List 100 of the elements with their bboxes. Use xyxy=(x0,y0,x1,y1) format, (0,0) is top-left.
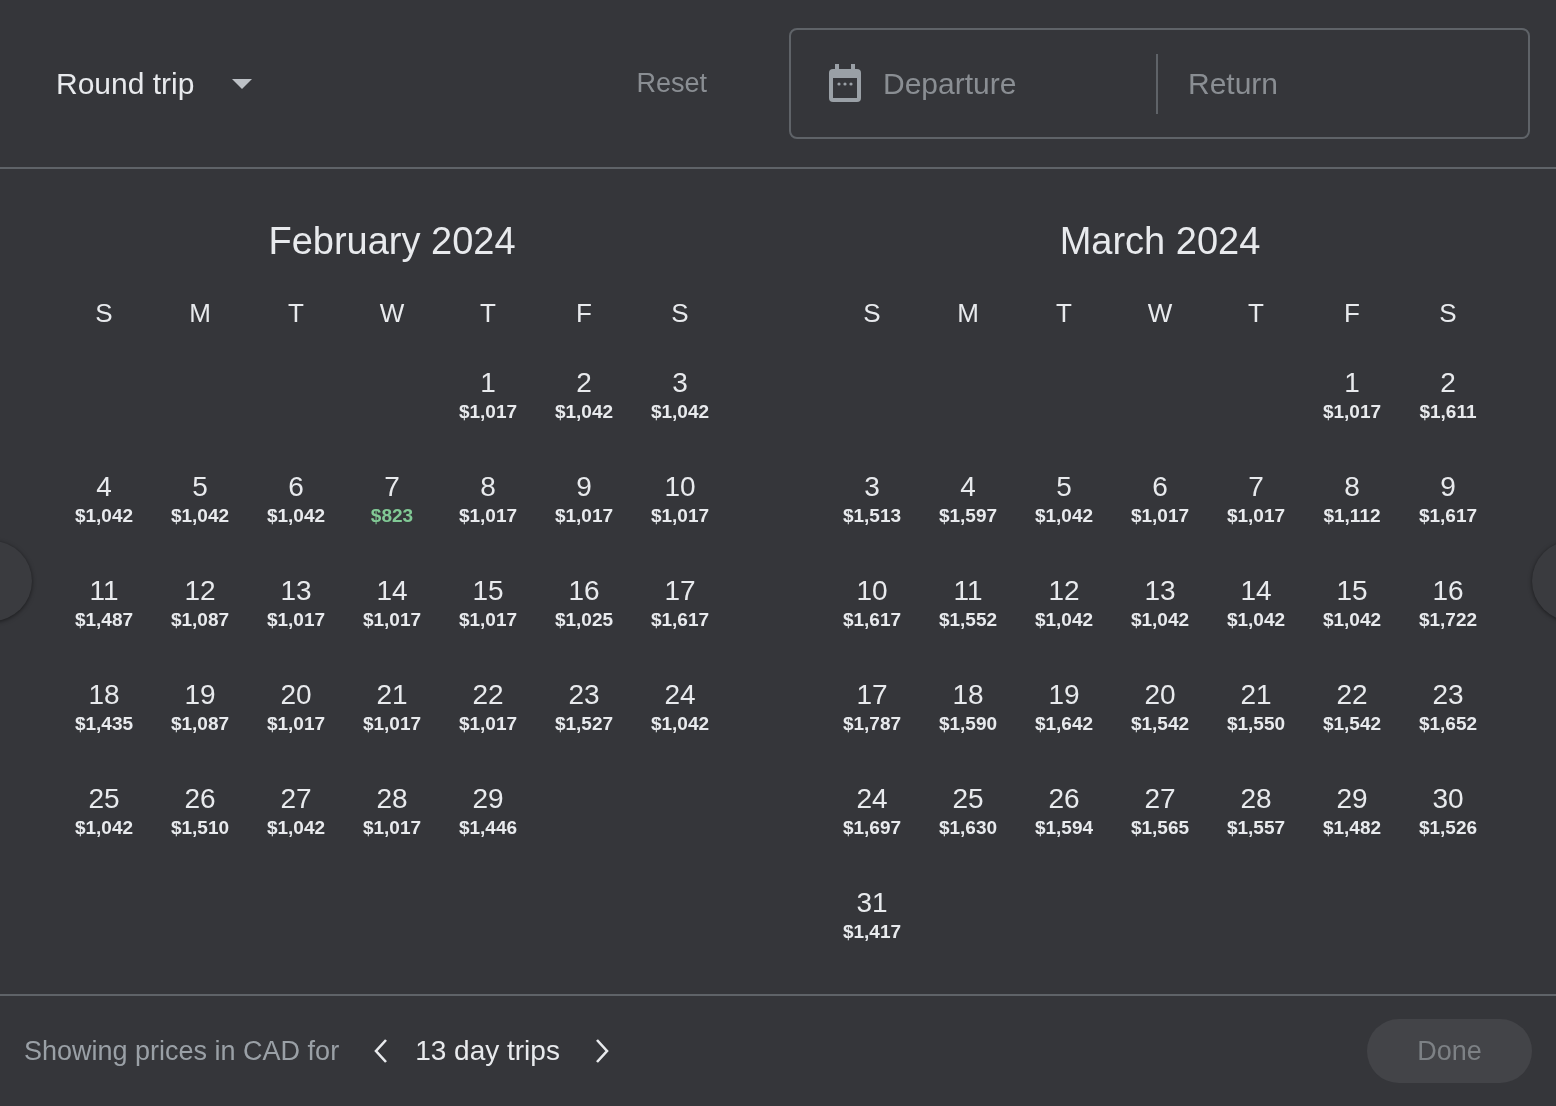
calendar-day[interactable]: 24 $1,697 xyxy=(824,783,920,887)
day-price: $1,112 xyxy=(1323,504,1381,528)
calendar-day[interactable]: 2 $1,042 xyxy=(536,367,632,471)
calendar-day[interactable]: 19 $1,642 xyxy=(1016,679,1112,783)
calendar-day[interactable]: 9 $1,617 xyxy=(1400,471,1496,575)
calendar-day[interactable]: 10 $1,017 xyxy=(632,471,728,575)
calendar-day[interactable]: 3 $1,513 xyxy=(824,471,920,575)
day-number: 10 xyxy=(856,575,888,607)
trip-type-dropdown[interactable]: Round trip xyxy=(56,66,253,101)
calendar-day[interactable]: 6 $1,017 xyxy=(1112,471,1208,575)
weekday-label: S xyxy=(94,297,114,330)
calendar-day[interactable]: 23 $1,527 xyxy=(536,679,632,783)
day-number: 28 xyxy=(1240,783,1272,815)
calendar-day[interactable]: 25 $1,042 xyxy=(56,783,152,887)
day-number: 12 xyxy=(1048,575,1080,607)
calendar-day[interactable]: 17 $1,617 xyxy=(632,575,728,679)
day-number: 2 xyxy=(1440,367,1456,399)
calendar-day[interactable]: 19 $1,087 xyxy=(152,679,248,783)
day-price: $1,025 xyxy=(554,608,614,632)
calendar-day[interactable]: 16 $1,025 xyxy=(536,575,632,679)
day-number: 5 xyxy=(1056,471,1072,503)
day-price: $1,042 xyxy=(170,504,230,528)
calendar-day[interactable]: 23 $1,652 xyxy=(1400,679,1496,783)
day-number: 8 xyxy=(1344,471,1360,503)
day-price: $1,552 xyxy=(938,608,998,632)
calendar-day[interactable]: 1 $1,017 xyxy=(440,367,536,471)
calendar-day[interactable]: 13 $1,017 xyxy=(248,575,344,679)
calendar-day[interactable]: 22 $1,017 xyxy=(440,679,536,783)
calendar-day[interactable]: 15 $1,017 xyxy=(440,575,536,679)
calendar-day[interactable]: 21 $1,550 xyxy=(1208,679,1304,783)
calendar-day[interactable]: 14 $1,042 xyxy=(1208,575,1304,679)
chevron-left-icon[interactable] xyxy=(373,1038,390,1064)
day-price: $1,017 xyxy=(650,504,710,528)
calendar-day[interactable]: 10 $1,617 xyxy=(824,575,920,679)
calendar-day[interactable]: 26 $1,510 xyxy=(152,783,248,887)
calendar-day[interactable]: 8 $1,017 xyxy=(440,471,536,575)
day-number: 3 xyxy=(672,367,688,399)
calendar-day[interactable]: 13 $1,042 xyxy=(1112,575,1208,679)
calendar-day[interactable]: 9 $1,017 xyxy=(536,471,632,575)
calendar-day[interactable]: 4 $1,042 xyxy=(56,471,152,575)
calendar-day[interactable]: 5 $1,042 xyxy=(1016,471,1112,575)
calendar-day[interactable]: 29 $1,446 xyxy=(440,783,536,887)
calendar-day[interactable]: 7 $1,017 xyxy=(1208,471,1304,575)
calendar-day[interactable]: 17 $1,787 xyxy=(824,679,920,783)
calendar-day[interactable]: 27 $1,565 xyxy=(1112,783,1208,887)
day-number: 5 xyxy=(192,471,208,503)
day-number: 2 xyxy=(576,367,592,399)
calendar-day[interactable]: 12 $1,087 xyxy=(152,575,248,679)
calendar-day[interactable]: 22 $1,542 xyxy=(1304,679,1400,783)
calendar-day[interactable]: 28 $1,017 xyxy=(344,783,440,887)
calendar-day[interactable]: 11 $1,552 xyxy=(920,575,1016,679)
day-number: 9 xyxy=(1440,471,1456,503)
calendar-day[interactable]: 29 $1,482 xyxy=(1304,783,1400,887)
calendar-day[interactable]: 21 $1,017 xyxy=(344,679,440,783)
calendar-day[interactable]: 20 $1,017 xyxy=(248,679,344,783)
calendar-day[interactable]: 31 $1,417 xyxy=(824,887,920,991)
day-number: 13 xyxy=(280,575,312,607)
day-number: 12 xyxy=(184,575,216,607)
calendar-day[interactable]: 12 $1,042 xyxy=(1016,575,1112,679)
day-number: 22 xyxy=(1336,679,1368,711)
calendar-day[interactable]: 20 $1,542 xyxy=(1112,679,1208,783)
return-input[interactable]: Return xyxy=(1188,66,1468,101)
calendar-day[interactable]: 27 $1,042 xyxy=(248,783,344,887)
calendar-day[interactable]: 2 $1,611 xyxy=(1400,367,1496,471)
calendar-day[interactable]: 11 $1,487 xyxy=(56,575,152,679)
calendar-day[interactable]: 1 $1,017 xyxy=(1304,367,1400,471)
day-price: $1,652 xyxy=(1418,712,1478,736)
chevron-right-icon[interactable] xyxy=(593,1038,610,1064)
calendar-day[interactable]: 24 $1,042 xyxy=(632,679,728,783)
day-number: 16 xyxy=(568,575,600,607)
day-price: $1,526 xyxy=(1418,816,1478,840)
calendar-day[interactable]: 8 $1,112 xyxy=(1304,471,1400,575)
day-number: 21 xyxy=(376,679,408,711)
day-price: $1,017 xyxy=(554,504,614,528)
price-caption: Showing prices in CAD for xyxy=(24,1035,340,1067)
calendar-day[interactable]: 18 $1,435 xyxy=(56,679,152,783)
calendar-day[interactable]: 15 $1,042 xyxy=(1304,575,1400,679)
day-price: $1,617 xyxy=(650,608,710,632)
calendar-day[interactable]: 4 $1,597 xyxy=(920,471,1016,575)
caret-icon xyxy=(232,78,253,89)
calendar-day[interactable]: 18 $1,590 xyxy=(920,679,1016,783)
calendar-day[interactable]: 16 $1,722 xyxy=(1400,575,1496,679)
day-price: $1,630 xyxy=(938,816,998,840)
day-number: 25 xyxy=(88,783,120,815)
calendar-day[interactable]: 28 $1,557 xyxy=(1208,783,1304,887)
calendar-day[interactable]: 25 $1,630 xyxy=(920,783,1016,887)
calendar-day[interactable]: 30 $1,526 xyxy=(1400,783,1496,887)
calendar-day[interactable]: 7 $823 xyxy=(344,471,440,575)
day-number: 20 xyxy=(280,679,312,711)
day-number: 11 xyxy=(953,575,983,607)
calendar-day[interactable]: 26 $1,594 xyxy=(1016,783,1112,887)
calendar-day[interactable]: 14 $1,017 xyxy=(344,575,440,679)
departure-input[interactable]: Departure xyxy=(883,66,1173,101)
calendar-day[interactable]: 6 $1,042 xyxy=(248,471,344,575)
calendar-day[interactable]: 3 $1,042 xyxy=(632,367,728,471)
day-price: $1,487 xyxy=(74,608,134,632)
day-number: 24 xyxy=(664,679,696,711)
calendar-day[interactable]: 5 $1,042 xyxy=(152,471,248,575)
day-number: 18 xyxy=(88,679,120,711)
calendar-icon xyxy=(827,63,863,104)
